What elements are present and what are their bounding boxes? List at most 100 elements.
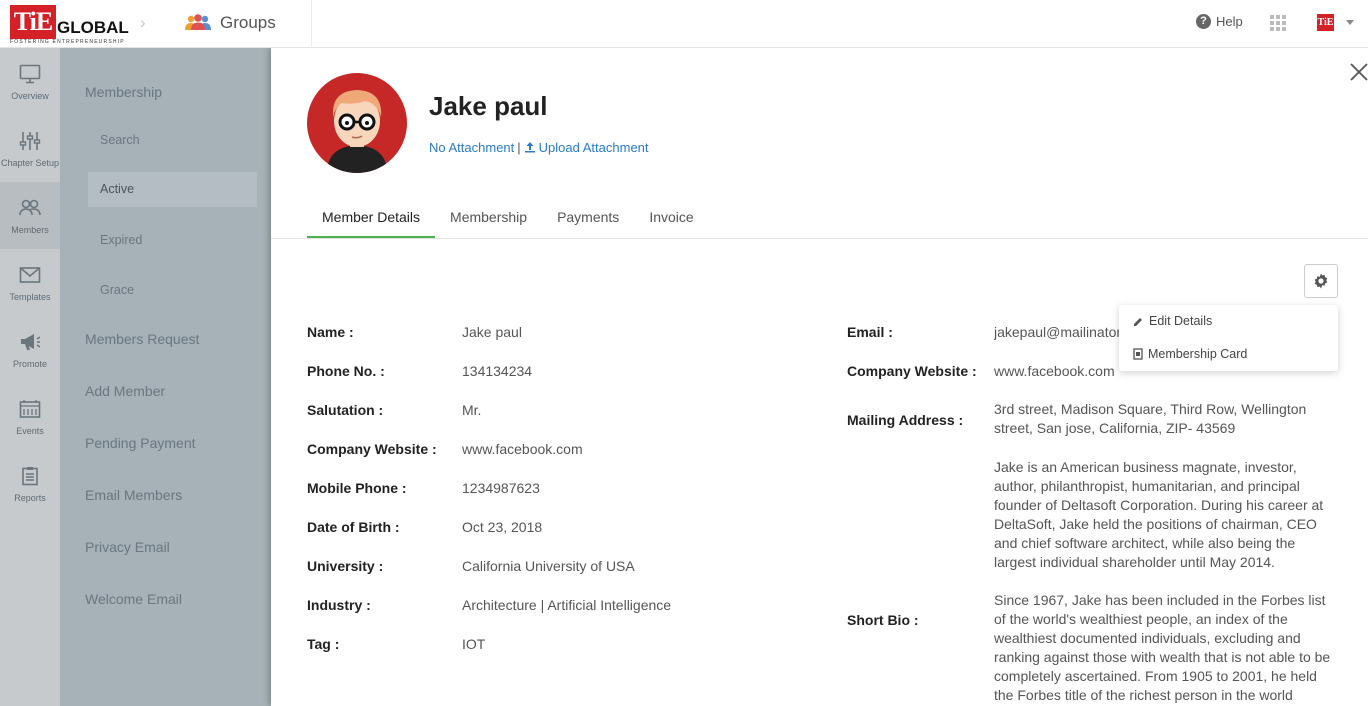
logo-tagline: FOSTERING ENTREPRENEURSHIP <box>10 39 125 45</box>
value-phone: 134134234 <box>462 363 533 379</box>
submenu-welcome-email[interactable]: Welcome Email <box>85 591 182 607</box>
sliders-icon <box>19 132 41 150</box>
upload-attachment-label: Upload Attachment <box>538 140 649 155</box>
submenu-expired[interactable]: Expired <box>100 233 142 247</box>
submenu-pending-payment[interactable]: Pending Payment <box>85 435 196 451</box>
value-company-website: www.facebook.com <box>462 441 583 457</box>
sidebar-item-label: Templates <box>9 292 51 302</box>
no-attachment-link[interactable]: No Attachment <box>429 140 514 155</box>
tab-invoice[interactable]: Invoice <box>634 198 708 239</box>
label-company-website: Company Website : <box>307 441 437 457</box>
membership-card-item[interactable]: Membership Card <box>1133 347 1247 361</box>
top-bar: TiE GLOBAL FOSTERING ENTREPRENEURSHIP › … <box>0 0 1368 48</box>
sidebar-item-overview[interactable]: Overview <box>0 48 60 115</box>
avatar-illustration <box>327 90 387 173</box>
sidebar-item-events[interactable]: Events <box>0 383 60 450</box>
value-date-of-birth: Oct 23, 2018 <box>462 519 543 535</box>
submenu-privacy-email[interactable]: Privacy Email <box>85 539 170 555</box>
separator: | <box>517 140 521 155</box>
pencil-icon <box>1134 317 1142 326</box>
submenu-search[interactable]: Search <box>100 133 140 147</box>
tab-membership[interactable]: Membership <box>435 198 542 239</box>
label-short-bio: Short Bio : <box>847 612 919 628</box>
value-company-website-right: www.facebook.com <box>994 363 1115 379</box>
sidebar-item-label: Promote <box>12 359 47 369</box>
sidebar-item-promote[interactable]: Promote <box>0 316 60 383</box>
logo-mark: TiE <box>10 5 56 39</box>
membership-card-label: Membership Card <box>1148 347 1248 361</box>
label-salutation: Salutation : <box>307 402 384 418</box>
megaphone-icon <box>21 334 41 350</box>
groups-icon <box>185 14 211 30</box>
member-name: Jake paul <box>429 91 548 121</box>
sidebar-item-chapter-setup[interactable]: Chapter Setup <box>0 115 60 182</box>
sidebar-item-members[interactable]: Members <box>0 182 60 249</box>
chevron-right-icon: › <box>140 13 146 32</box>
label-university: University : <box>307 558 384 574</box>
value-name: Jake paul <box>462 324 522 340</box>
monitor-icon <box>19 64 41 84</box>
submenu-active[interactable]: Active <box>88 172 257 207</box>
tie-global-logo[interactable]: TiE GLOBAL FOSTERING ENTREPRENEURSHIP <box>10 5 129 45</box>
settings-button[interactable] <box>1304 264 1338 298</box>
actions-dropdown: Edit Details Membership Card <box>1119 305 1338 371</box>
card-icon <box>1133 348 1143 360</box>
value-tag: IOT <box>462 636 486 652</box>
upload-attachment-link[interactable]: Upload Attachment <box>524 140 649 155</box>
label-company-website-right: Company Website : <box>847 363 977 379</box>
apps-grid-icon[interactable] <box>1270 15 1286 31</box>
label-industry: Industry : <box>307 597 371 613</box>
tab-member-details[interactable]: Member Details <box>307 198 436 239</box>
label-mailing-address: Mailing Address : <box>847 412 964 428</box>
edit-details-label: Edit Details <box>1149 314 1213 328</box>
edit-details-item[interactable]: Edit Details <box>1133 314 1212 328</box>
label-mobile-phone: Mobile Phone : <box>307 480 407 496</box>
close-icon[interactable] <box>1349 62 1368 82</box>
submenu-membership[interactable]: Membership <box>85 84 162 100</box>
label-date-of-birth: Date of Birth : <box>307 519 400 535</box>
help-button[interactable]: ? Help <box>1196 14 1243 29</box>
user-avatar[interactable]: TiE <box>1317 14 1334 31</box>
value-industry: Architecture | Artificial Intelligence <box>462 597 672 613</box>
value-mobile-phone: 1234987623 <box>462 480 540 496</box>
sidebar-item-label: Overview <box>11 91 49 101</box>
label-name: Name : <box>307 324 354 340</box>
icon-sidebar: Overview Chapter Setup Members Templates… <box>0 48 60 706</box>
clipboard-icon <box>22 467 38 486</box>
upload-icon <box>524 142 535 153</box>
breadcrumb-groups[interactable]: Groups <box>220 13 276 33</box>
member-avatar <box>307 73 407 173</box>
help-icon: ? <box>1196 14 1211 29</box>
value-mailing-address: 3rd street, Madison Square, Third Row, W… <box>994 401 1307 436</box>
envelope-icon <box>19 267 41 283</box>
tabs-divider <box>271 238 1368 239</box>
logo-wordmark: GLOBAL <box>57 18 129 37</box>
sidebar-item-reports[interactable]: Reports <box>0 450 60 517</box>
detail-tabs: Member Details Membership Payments Invoi… <box>307 198 709 239</box>
submenu-email-members[interactable]: Email Members <box>85 487 182 503</box>
help-label: Help <box>1216 14 1243 29</box>
calendar-icon <box>19 400 41 418</box>
submenu-add-member[interactable]: Add Member <box>85 383 165 399</box>
bio-paragraph-2: Since 1967, Jake has been included in th… <box>994 592 1331 703</box>
chevron-down-icon[interactable] <box>1346 20 1354 25</box>
sidebar-item-label: Events <box>16 426 44 436</box>
bio-paragraph-1: Jake is an American business magnate, in… <box>994 459 1324 570</box>
sidebar-item-label: Members <box>11 225 49 235</box>
value-university: California University of USA <box>462 558 635 574</box>
value-salutation: Mr. <box>462 402 482 418</box>
submenu-grace[interactable]: Grace <box>100 283 134 297</box>
member-detail-panel: Jake paul No Attachment | Upload Attachmen… <box>271 48 1368 706</box>
sidebar-item-templates[interactable]: Templates <box>0 249 60 316</box>
members-icon <box>19 199 41 216</box>
tab-payments[interactable]: Payments <box>542 198 634 239</box>
gear-icon <box>1314 273 1328 289</box>
label-tag: Tag : <box>307 636 340 652</box>
submenu-members-request[interactable]: Members Request <box>85 331 199 347</box>
divider <box>311 0 312 48</box>
sidebar-item-label: Chapter Setup <box>0 158 60 168</box>
attachment-links: No Attachment | Upload Attachment <box>429 140 649 155</box>
members-submenu <box>60 48 271 706</box>
label-email: Email : <box>847 324 893 340</box>
sidebar-item-label: Reports <box>14 493 46 503</box>
